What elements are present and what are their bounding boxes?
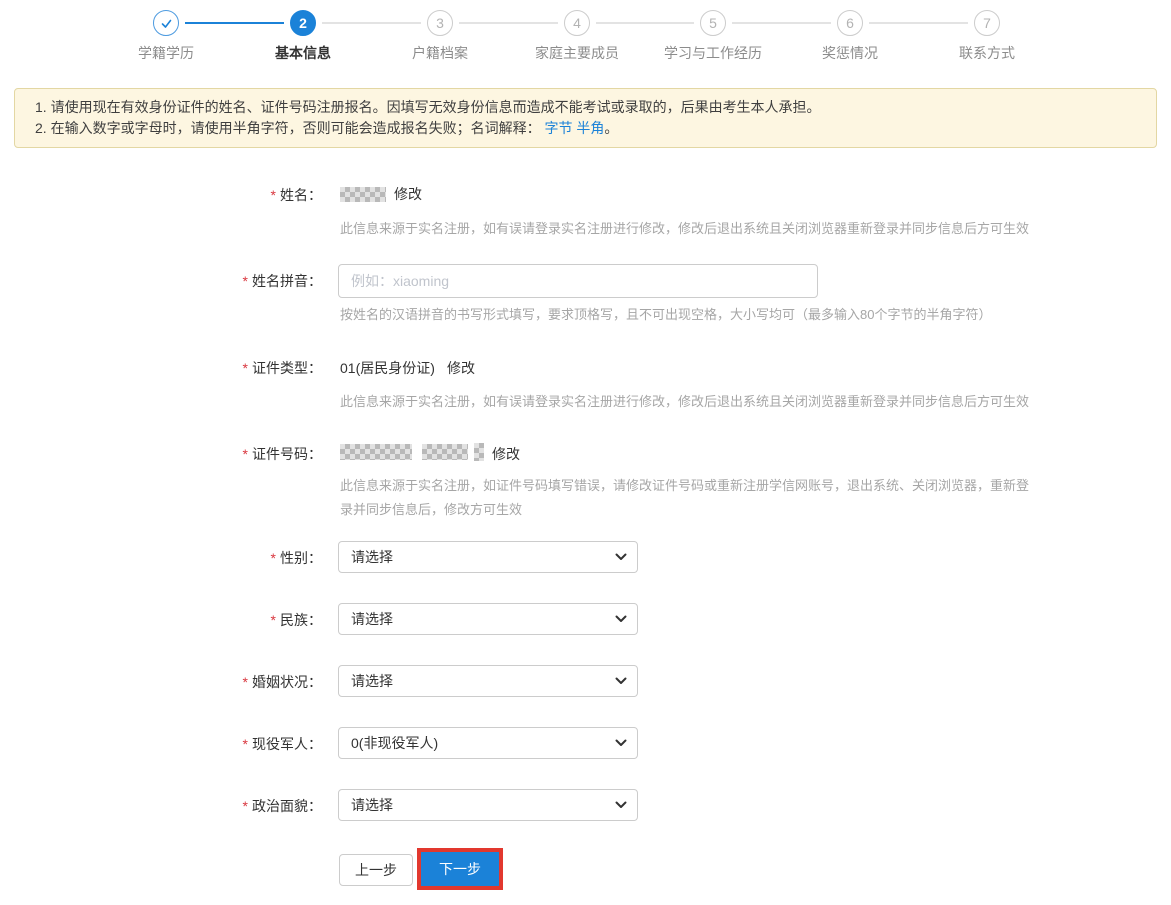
step-number: 3	[427, 10, 453, 36]
id-type-value: 01(居民身份证)	[340, 360, 435, 376]
step-done-circle	[153, 10, 179, 36]
byte-definition-link[interactable]: 字节	[544, 120, 572, 136]
ethnicity-select[interactable]: 请选择	[338, 603, 638, 635]
chevron-down-icon	[615, 739, 627, 746]
chevron-down-icon	[615, 801, 627, 808]
required-asterisk: *	[242, 446, 248, 462]
step-number: 7	[974, 10, 1000, 36]
military-label: * 现役军人：	[242, 736, 322, 752]
military-select-value: 0(非现役军人)	[351, 735, 439, 751]
previous-step-button[interactable]: 上一步	[339, 854, 413, 886]
chevron-down-icon	[615, 677, 627, 684]
step-item-family-members[interactable]: 4 家庭主要成员	[535, 10, 619, 63]
step-label: 户籍档案	[412, 45, 468, 61]
step-label: 学习与工作经历	[664, 45, 762, 61]
marital-status-select[interactable]: 请选择	[338, 665, 638, 697]
pinyin-input[interactable]	[338, 264, 818, 298]
pinyin-label: * 姓名拼音：	[242, 273, 322, 289]
name-redacted-value	[340, 187, 386, 202]
step-item-rewards-punishments[interactable]: 6 奖惩情况	[822, 10, 878, 63]
step-number: 4	[564, 10, 590, 36]
step-label: 奖惩情况	[822, 45, 878, 61]
name-label: * 姓名：	[270, 187, 322, 203]
required-asterisk: *	[242, 736, 248, 752]
id-number-redacted-value	[340, 444, 412, 460]
required-asterisk: *	[242, 798, 248, 814]
notice-line-2-suffix: 。	[604, 120, 619, 136]
step-label: 基本信息	[275, 45, 331, 61]
name-hint: 此信息来源于实名注册，如有误请登录实名注册进行修改，修改后退出系统且关闭浏览器重…	[340, 221, 1030, 236]
notice-line-1: 1. 请使用现在有效身份证件的姓名、证件号码注册报名。因填写无效身份信息而造成不…	[35, 99, 821, 115]
step-item-household-file[interactable]: 3 户籍档案	[412, 10, 468, 63]
stepper-connector	[869, 22, 968, 24]
required-asterisk: *	[270, 612, 276, 628]
step-number: 2	[290, 10, 316, 36]
step-item-study-work-experience[interactable]: 5 学习与工作经历	[664, 10, 762, 63]
ethnicity-label: * 民族：	[270, 612, 322, 628]
pinyin-hint: 按姓名的汉语拼音的书写形式填写，要求顶格写，且不可出现空格，大小写均可（最多输入…	[340, 307, 992, 322]
id-type-hint: 此信息来源于实名注册，如有误请登录实名注册进行修改，修改后退出系统且关闭浏览器重…	[340, 394, 1030, 409]
gender-label: * 性别：	[270, 550, 322, 566]
notice-line-2: 2. 在输入数字或字母时，请使用半角字符，否则可能会造成报名失败；名词解释： 字…	[35, 118, 1136, 139]
political-status-select-value: 请选择	[351, 797, 393, 813]
step-label: 家庭主要成员	[535, 45, 619, 61]
next-step-button[interactable]: 下一步	[421, 852, 499, 886]
required-asterisk: *	[242, 360, 248, 376]
halfwidth-definition-link[interactable]: 半角	[576, 120, 604, 136]
step-number: 6	[837, 10, 863, 36]
step-item-basic-info[interactable]: 2 基本信息	[275, 10, 331, 63]
stepper-connector	[322, 22, 421, 24]
political-status-select[interactable]: 请选择	[338, 789, 638, 821]
step-number: 5	[700, 10, 726, 36]
required-asterisk: *	[242, 273, 248, 289]
required-asterisk: *	[270, 187, 276, 203]
step-label: 联系方式	[959, 45, 1015, 61]
id-number-label: * 证件号码：	[242, 446, 322, 462]
click-highlight-annotation: 下一步	[417, 848, 503, 890]
step-item-academic-record[interactable]: 学籍学历	[138, 10, 194, 63]
stepper-connector	[185, 22, 284, 24]
notice-line-2-text: 2. 在输入数字或字母时，请使用半角字符，否则可能会造成报名失败；名词解释：	[35, 120, 545, 136]
id-type-modify-link[interactable]: 修改	[447, 358, 475, 378]
notice-banner: 1. 请使用现在有效身份证件的姓名、证件号码注册报名。因填写无效身份信息而造成不…	[14, 88, 1157, 148]
gender-select-value: 请选择	[351, 549, 393, 565]
id-number-hint: 此信息来源于实名注册，如证件号码填写错误，请修改证件号码或重新注册学信网账号，退…	[340, 478, 1030, 517]
required-asterisk: *	[270, 550, 276, 566]
marital-status-label: * 婚姻状况：	[242, 674, 322, 690]
id-type-label: * 证件类型：	[242, 360, 322, 376]
required-asterisk: *	[242, 674, 248, 690]
id-number-redacted-value	[422, 444, 468, 460]
chevron-down-icon	[615, 615, 627, 622]
ethnicity-select-value: 请选择	[351, 611, 393, 627]
step-label: 学籍学历	[138, 45, 194, 61]
step-item-contact-info[interactable]: 7 联系方式	[959, 10, 1015, 63]
check-icon	[161, 19, 171, 28]
marital-status-select-value: 请选择	[351, 673, 393, 689]
gender-select[interactable]: 请选择	[338, 541, 638, 573]
name-modify-link[interactable]: 修改	[394, 184, 422, 204]
id-number-modify-link[interactable]: 修改	[492, 444, 520, 464]
id-number-redacted-value	[474, 443, 484, 461]
registration-form-page: 学籍学历 2 基本信息 3 户籍档案 4 家庭主要成员 5 学习与工作经历 6 …	[0, 0, 1171, 905]
military-select[interactable]: 0(非现役军人)	[338, 727, 638, 759]
political-status-label: * 政治面貌：	[242, 798, 322, 814]
chevron-down-icon	[615, 553, 627, 560]
